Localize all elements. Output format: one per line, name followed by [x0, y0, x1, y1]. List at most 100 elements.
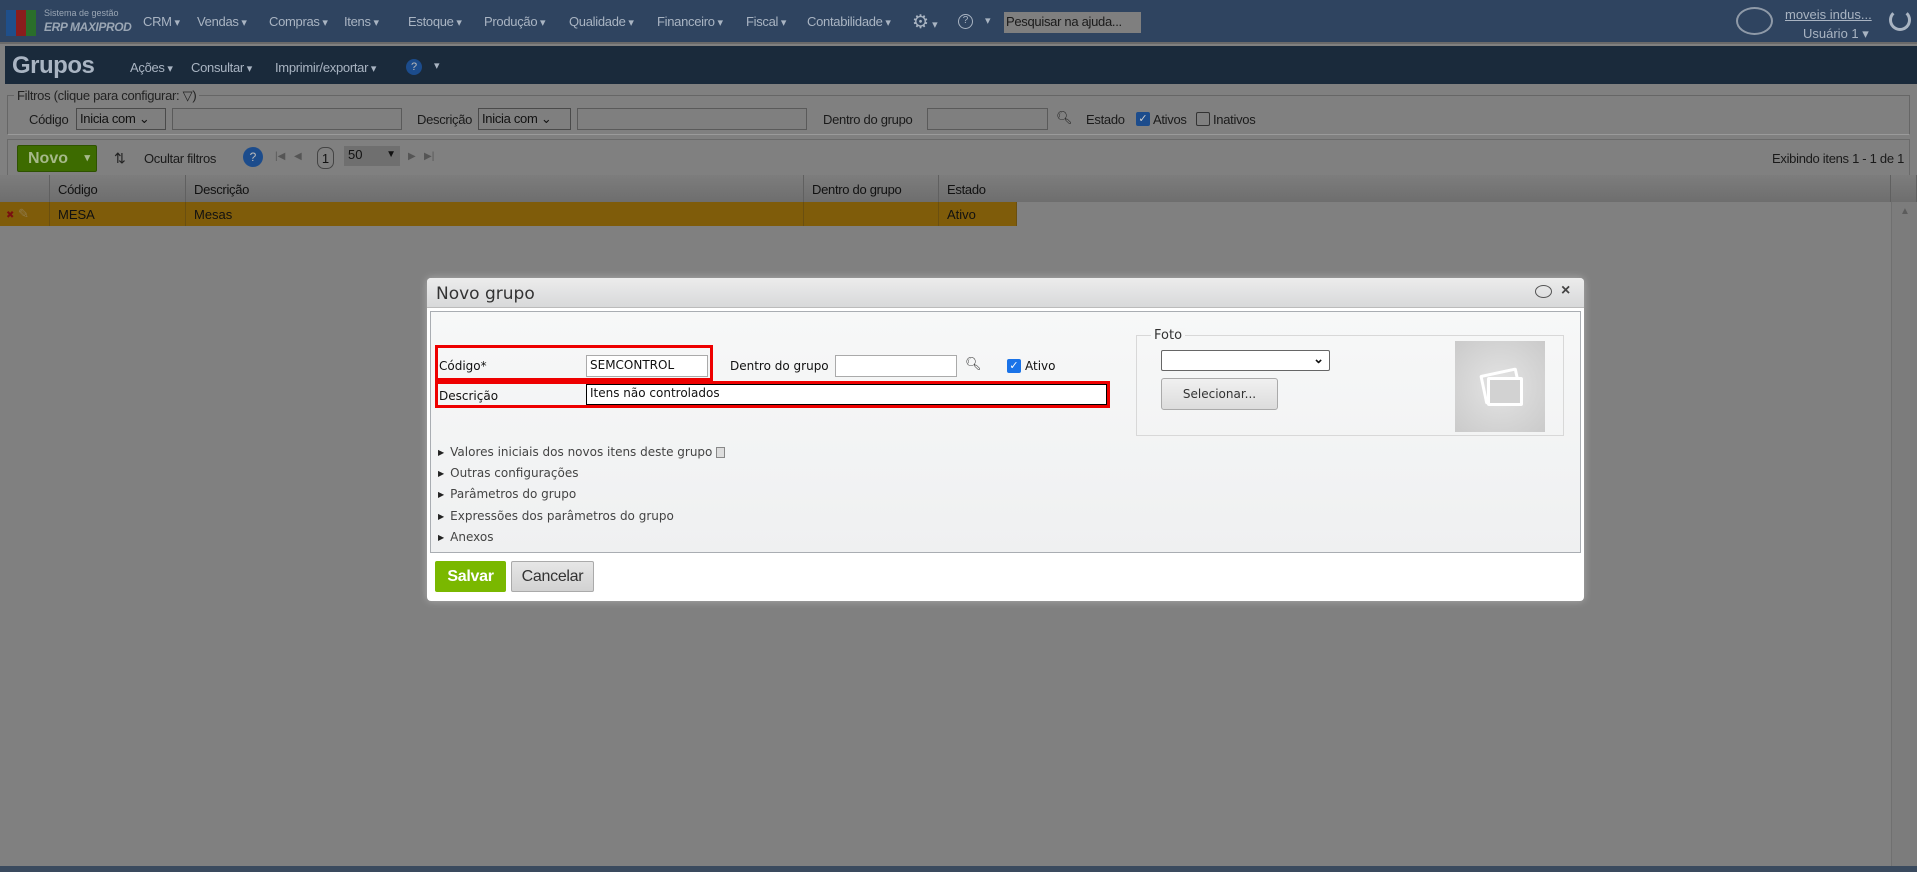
select-photo-button[interactable]: Selecionar... — [1161, 378, 1278, 410]
codigo-label: Código* — [439, 359, 487, 373]
user-name: Usuário 1 — [1803, 26, 1859, 41]
grid-help-icon[interactable]: ? — [243, 147, 263, 167]
table-cell-grupo[interactable] — [804, 202, 939, 226]
filter-grupo-input[interactable] — [927, 108, 1048, 130]
dialog-titlebar[interactable] — [427, 278, 1584, 308]
grid-header-estado[interactable]: Estado — [939, 175, 1891, 202]
chat-icon[interactable] — [1736, 7, 1773, 35]
menu-vendas[interactable]: Vendas — [197, 14, 247, 29]
new-button-label: Novo — [28, 150, 68, 167]
descricao-label: Descrição — [439, 389, 499, 403]
section-parametros[interactable]: Parâmetros do grupo — [438, 487, 576, 501]
page-size-select[interactable]: 50 ▼ — [344, 146, 400, 166]
next-page-icon[interactable]: ▶ — [408, 151, 416, 162]
grid-header-spacer — [1891, 175, 1917, 202]
menu-itens[interactable]: Itens — [344, 14, 379, 29]
page-help-dropdown-icon[interactable]: ▾ — [434, 59, 440, 72]
table-cell-descricao[interactable]: Mesas — [186, 202, 804, 226]
search-icon[interactable]: 🔍︎ — [1056, 110, 1073, 126]
logo-line1: Sistema de gestão — [44, 8, 119, 18]
search-icon[interactable]: 🔍︎ — [965, 356, 982, 372]
menu-producao[interactable]: Produção — [484, 14, 545, 29]
grid-scrollbar[interactable]: ▲ — [1891, 202, 1917, 866]
foto-legend: Foto — [1151, 328, 1186, 343]
grupo-input[interactable] — [835, 355, 957, 377]
grid-toolbar — [7, 139, 1910, 175]
section-label: Valores iniciais dos novos itens deste g… — [450, 445, 713, 459]
menu-estoque[interactable]: Estoque — [408, 14, 462, 29]
filter-codigo-label: Código — [29, 112, 69, 127]
bottom-border — [0, 866, 1917, 872]
comment-icon[interactable] — [1535, 285, 1552, 298]
ativos-checkbox[interactable]: ✓ — [1136, 112, 1150, 126]
logo-line2: ERP MAXIPROD — [44, 20, 132, 34]
close-icon[interactable]: × — [1561, 282, 1570, 300]
filters-legend[interactable]: Filtros (clique para configurar: ▽) — [14, 88, 200, 104]
power-icon[interactable] — [1889, 9, 1911, 31]
gear-icon[interactable]: ⚙ ▾ — [912, 11, 938, 34]
user-menu[interactable]: Usuário 1 ▾ — [1803, 26, 1869, 42]
inativos-label: Inativos — [1213, 112, 1256, 127]
menu-acoes[interactable]: Ações — [130, 60, 173, 75]
delete-icon[interactable]: ✖ — [6, 210, 14, 221]
ativos-label: Ativos — [1153, 112, 1187, 127]
new-button[interactable]: Novo ▾ — [17, 145, 97, 172]
help-search-input[interactable]: Pesquisar na ajuda... — [1004, 12, 1141, 33]
descricao-input[interactable]: Itens não controlados — [586, 384, 1107, 405]
company-link[interactable]: moveis indus... — [1785, 7, 1872, 22]
foto-select[interactable]: ⌄ — [1161, 350, 1330, 371]
help-icon[interactable]: ? — [958, 14, 973, 29]
table-cell-codigo[interactable]: MESA — [50, 202, 186, 226]
save-button[interactable]: Salvar — [435, 561, 506, 592]
grid-header-grupo[interactable]: Dentro do grupo — [804, 175, 939, 202]
edit-icon[interactable]: ✎ — [18, 206, 29, 221]
filter-grupo-label: Dentro do grupo — [823, 112, 913, 127]
page-number-input[interactable]: 1 — [317, 147, 334, 169]
filters-legend-text: Filtros (clique para configurar: — [17, 88, 180, 103]
refresh-icon[interactable]: ⇅ — [114, 150, 126, 167]
prev-page-icon[interactable]: ◀ — [294, 151, 302, 162]
section-anexos[interactable]: Anexos — [438, 530, 493, 544]
page-help-icon[interactable]: ? — [406, 59, 422, 75]
ativo-checkbox[interactable]: ✓ — [1007, 359, 1021, 373]
grid-header-codigo[interactable]: Código — [50, 175, 186, 202]
cancel-button[interactable]: Cancelar — [511, 561, 594, 592]
filter-descricao-operator[interactable]: Inicia com ⌄ — [478, 108, 571, 130]
table-cell-estado[interactable]: Ativo — [939, 202, 1017, 226]
menu-contabilidade[interactable]: Contabilidade — [807, 14, 891, 29]
menu-financeiro[interactable]: Financeiro — [657, 14, 723, 29]
section-valores-iniciais[interactable]: Valores iniciais dos novos itens deste g… — [438, 445, 726, 459]
chevron-down-icon: ⌄ — [540, 111, 552, 126]
filter-descricao-input[interactable] — [577, 108, 807, 130]
menu-qualidade[interactable]: Qualidade — [569, 14, 634, 29]
grupo-label: Dentro do grupo — [730, 359, 829, 373]
logo[interactable]: Sistema de gestão ERP MAXIPROD — [6, 8, 134, 36]
menu-consultar[interactable]: Consultar — [191, 60, 252, 75]
codigo-input[interactable]: SEMCONTROL — [586, 355, 708, 377]
chevron-down-icon: ▾ — [84, 152, 90, 164]
section-expressoes[interactable]: Expressões dos parâmetros do grupo — [438, 509, 674, 523]
filter-descricao-label: Descrição — [417, 112, 473, 127]
chevron-down-icon: ⌄ — [1313, 351, 1324, 366]
dialog-title: Novo grupo — [436, 284, 535, 304]
inativos-checkbox[interactable] — [1196, 112, 1210, 126]
filter-descricao-operator-value: Inicia com — [482, 111, 538, 126]
menu-crm[interactable]: CRM — [143, 14, 180, 29]
chevron-down-icon: ⌄ — [138, 111, 150, 126]
last-page-icon[interactable]: ▶| — [424, 151, 434, 162]
help-dropdown-icon[interactable]: ▾ — [985, 14, 991, 27]
grid-header-descricao[interactable]: Descrição — [186, 175, 804, 202]
filter-codigo-input[interactable] — [172, 108, 402, 130]
menu-compras[interactable]: Compras — [269, 14, 328, 29]
filter-codigo-operator[interactable]: Inicia com ⌄ — [76, 108, 166, 130]
menu-fiscal[interactable]: Fiscal — [746, 14, 786, 29]
section-label: Outras configurações — [450, 466, 579, 480]
section-label: Anexos — [450, 530, 494, 544]
hide-filters-button[interactable]: Ocultar filtros — [144, 151, 216, 166]
photo-placeholder — [1455, 341, 1545, 432]
menu-imprimir-exportar[interactable]: Imprimir/exportar — [275, 60, 376, 75]
page-size-value: 50 — [348, 147, 363, 162]
scroll-up-icon[interactable]: ▲ — [1900, 206, 1910, 217]
section-outras-configuracoes[interactable]: Outras configurações — [438, 466, 578, 480]
first-page-icon[interactable]: |◀ — [275, 151, 285, 162]
